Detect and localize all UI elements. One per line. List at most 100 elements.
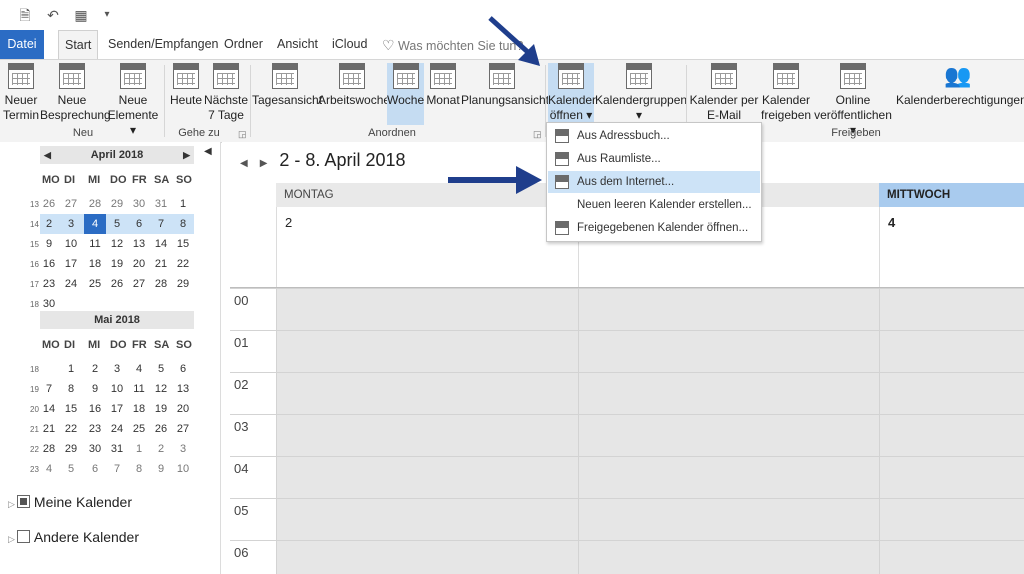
day-cell[interactable]: 26 [150, 419, 172, 439]
dialog-launcher-icon[interactable]: ◲ [238, 129, 247, 140]
previous-month-icon[interactable]: ◀ [44, 146, 51, 164]
day-cell[interactable]: 22 [60, 419, 82, 439]
undo-icon[interactable]: ↶ [44, 6, 62, 24]
day-cell[interactable]: 15 [172, 234, 194, 254]
day-cell[interactable]: 17 [106, 399, 128, 419]
next-week-icon[interactable]: ▶ [260, 158, 268, 169]
expand-icon[interactable]: ▷ [8, 499, 15, 509]
menu-item-from-internet[interactable]: Aus dem Internet... [548, 171, 760, 193]
day-cell[interactable]: 5 [150, 359, 172, 379]
day-cell[interactable]: 18 [84, 254, 106, 274]
day-cell[interactable]: 29 [172, 274, 194, 294]
day-cell[interactable]: 30 [84, 439, 106, 459]
day-cell[interactable]: 14 [38, 399, 60, 419]
day-cell[interactable]: 12 [106, 234, 128, 254]
day-cell[interactable]: 25 [128, 419, 150, 439]
day-cell[interactable]: 10 [172, 459, 194, 479]
day-cell[interactable]: 8 [128, 459, 150, 479]
day-cell[interactable]: 22 [172, 254, 194, 274]
day-cell[interactable]: 9 [38, 234, 60, 254]
next-7-days-button[interactable]: Nächste 7 Tage [204, 63, 248, 123]
day-cell[interactable]: 11 [84, 234, 106, 254]
day-cell[interactable]: 6 [84, 459, 106, 479]
tab-icloud[interactable]: iCloud [326, 30, 373, 59]
day-cell[interactable]: 28 [84, 194, 106, 214]
menu-item-new-blank-calendar[interactable]: Neuen leeren Kalender erstellen... [548, 194, 760, 216]
day-cell[interactable]: 7 [106, 459, 128, 479]
tab-view[interactable]: Ansicht [271, 30, 324, 59]
day-cell[interactable]: 20 [128, 254, 150, 274]
tab-file[interactable]: Datei [0, 30, 44, 59]
day-cell[interactable]: 10 [106, 379, 128, 399]
day-cell[interactable]: 13 [128, 234, 150, 254]
day-cell[interactable]: 1 [60, 359, 82, 379]
day-cell[interactable]: 1 [128, 439, 150, 459]
column-header-wednesday[interactable]: MITTWOCH [879, 183, 1024, 207]
share-calendar-button[interactable]: Kalender freigeben [761, 63, 811, 123]
day-cell[interactable]: 15 [60, 399, 82, 419]
day-cell[interactable]: 3 [60, 214, 82, 234]
today-button[interactable]: Heute [168, 63, 204, 108]
day-cell[interactable]: 26 [38, 194, 60, 214]
day-cell[interactable]: 27 [128, 274, 150, 294]
day-cell[interactable]: 31 [106, 439, 128, 459]
day-cell[interactable]: 4 [84, 214, 106, 234]
day-cell[interactable]: 27 [60, 194, 82, 214]
checkbox-icon[interactable] [16, 530, 30, 543]
open-calendar-button[interactable]: Kalender öffnen ▾ [548, 63, 596, 127]
day-cell[interactable]: 12 [150, 379, 172, 399]
next-month-icon[interactable]: ▶ [183, 146, 190, 164]
day-cell[interactable]: 2 [150, 439, 172, 459]
new-appointment-button[interactable]: Neuer Termin [2, 63, 40, 123]
day-cell[interactable]: 21 [150, 254, 172, 274]
expand-icon[interactable]: ▷ [8, 534, 15, 544]
day-cell[interactable]: 7 [150, 214, 172, 234]
day-cell[interactable]: 16 [84, 399, 106, 419]
collapse-pane-icon[interactable]: ◀ [204, 146, 212, 157]
week-button[interactable]: Woche [387, 63, 424, 125]
calendar-groups-button[interactable]: Kalendergruppen ▾ [595, 63, 687, 123]
day-cell[interactable]: 2 [38, 214, 60, 234]
day-cell[interactable]: 29 [60, 439, 82, 459]
new-items-button[interactable]: Neue Elemente ▾ [104, 63, 162, 138]
day-view-button[interactable]: Tagesansicht [252, 63, 322, 108]
calendar-permissions-button[interactable]: 👥 Kalenderberechtigungen [896, 63, 1024, 108]
day-cell[interactable]: 13 [172, 379, 194, 399]
day-cell[interactable]: 16 [38, 254, 60, 274]
work-week-button[interactable]: Arbeitswoche [318, 63, 390, 108]
day-cell[interactable]: 19 [150, 399, 172, 419]
tab-send-receive[interactable]: Senden/Empfangen [102, 30, 225, 59]
day-cell[interactable]: 4 [128, 359, 150, 379]
day-cell[interactable]: 1 [172, 194, 194, 214]
day-cell[interactable]: 24 [106, 419, 128, 439]
menu-item-open-shared-calendar[interactable]: Freigegebenen Kalender öffnen... [548, 217, 760, 239]
customize-qat-icon[interactable]: ▾ [98, 6, 116, 24]
month-button[interactable]: Monat [425, 63, 461, 108]
day-cell[interactable]: 8 [172, 214, 194, 234]
day-cell[interactable]: 11 [128, 379, 150, 399]
day-cell[interactable]: 5 [60, 459, 82, 479]
day-cell[interactable]: 3 [172, 439, 194, 459]
send-receive-icon[interactable]: 🗎 [16, 6, 34, 24]
tab-start[interactable]: Start [58, 30, 99, 60]
day-cell[interactable]: 4 [38, 459, 60, 479]
day-cell[interactable]: 23 [38, 274, 60, 294]
day-cell[interactable]: 25 [84, 274, 106, 294]
day-cell[interactable]: 18 [128, 399, 150, 419]
day-cell[interactable]: 19 [106, 254, 128, 274]
day-cell[interactable]: 30 [128, 194, 150, 214]
folder-my-calendars[interactable]: ▷ Meine Kalender [8, 494, 132, 510]
schedule-view-button[interactable]: Planungsansicht [461, 63, 549, 108]
tab-folder[interactable]: Ordner [218, 30, 269, 59]
day-cell[interactable]: 21 [38, 419, 60, 439]
day-cell[interactable]: 5 [106, 214, 128, 234]
folder-other-calendars[interactable]: ▷ Andere Kalender [8, 529, 139, 545]
day-cell[interactable]: 23 [84, 419, 106, 439]
dialog-launcher-icon[interactable]: ◲ [533, 129, 542, 140]
day-cell[interactable]: 9 [150, 459, 172, 479]
menu-item-room-list[interactable]: Aus Raumliste... [548, 148, 760, 170]
day-cell[interactable]: 29 [106, 194, 128, 214]
day-cell[interactable]: 6 [172, 359, 194, 379]
day-cell[interactable]: 28 [38, 439, 60, 459]
day-cell[interactable]: 14 [150, 234, 172, 254]
